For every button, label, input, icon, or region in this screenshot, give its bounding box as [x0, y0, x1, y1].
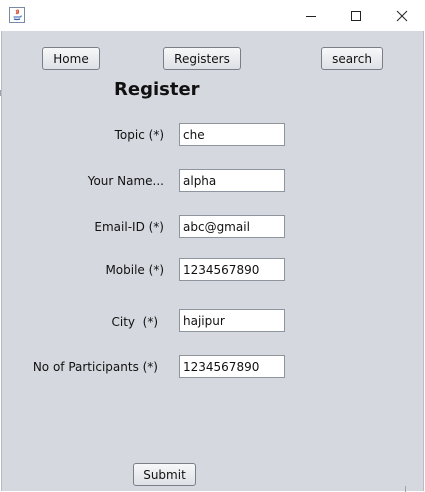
minimize-button[interactable]	[288, 0, 334, 31]
maximize-icon	[351, 10, 361, 21]
name-field[interactable]	[179, 169, 285, 192]
mobile-field[interactable]	[179, 258, 285, 281]
mobile-label: Mobile (*)	[105, 263, 164, 277]
registers-button[interactable]: Registers	[163, 47, 241, 70]
submit-button[interactable]: Submit	[133, 463, 196, 486]
minimize-icon	[306, 15, 316, 17]
resize-grip-mark[interactable]	[405, 486, 406, 492]
participants-label: No of Participants (*)	[32, 360, 158, 374]
participants-field[interactable]	[179, 355, 285, 378]
topic-field[interactable]	[179, 123, 285, 146]
maximize-button[interactable]	[333, 0, 379, 31]
title-bar	[0, 0, 425, 31]
application-window: Home Registers search Register Topic (*)…	[0, 0, 425, 492]
city-label: City (*)	[111, 315, 158, 329]
name-label: Your Name...	[87, 174, 164, 188]
page-title: Register	[114, 79, 200, 100]
topic-label: Topic (*)	[114, 128, 164, 142]
close-button[interactable]	[379, 0, 425, 31]
city-field[interactable]	[179, 309, 285, 332]
search-button[interactable]: search	[321, 47, 383, 70]
left-edge-mark	[0, 90, 1, 96]
email-field[interactable]	[179, 215, 285, 238]
close-icon	[396, 10, 408, 21]
register-panel: Home Registers search Register Topic (*)…	[1, 31, 424, 491]
java-app-icon	[9, 7, 25, 23]
home-button[interactable]: Home	[42, 47, 100, 70]
email-label: Email-ID (*)	[94, 220, 164, 234]
